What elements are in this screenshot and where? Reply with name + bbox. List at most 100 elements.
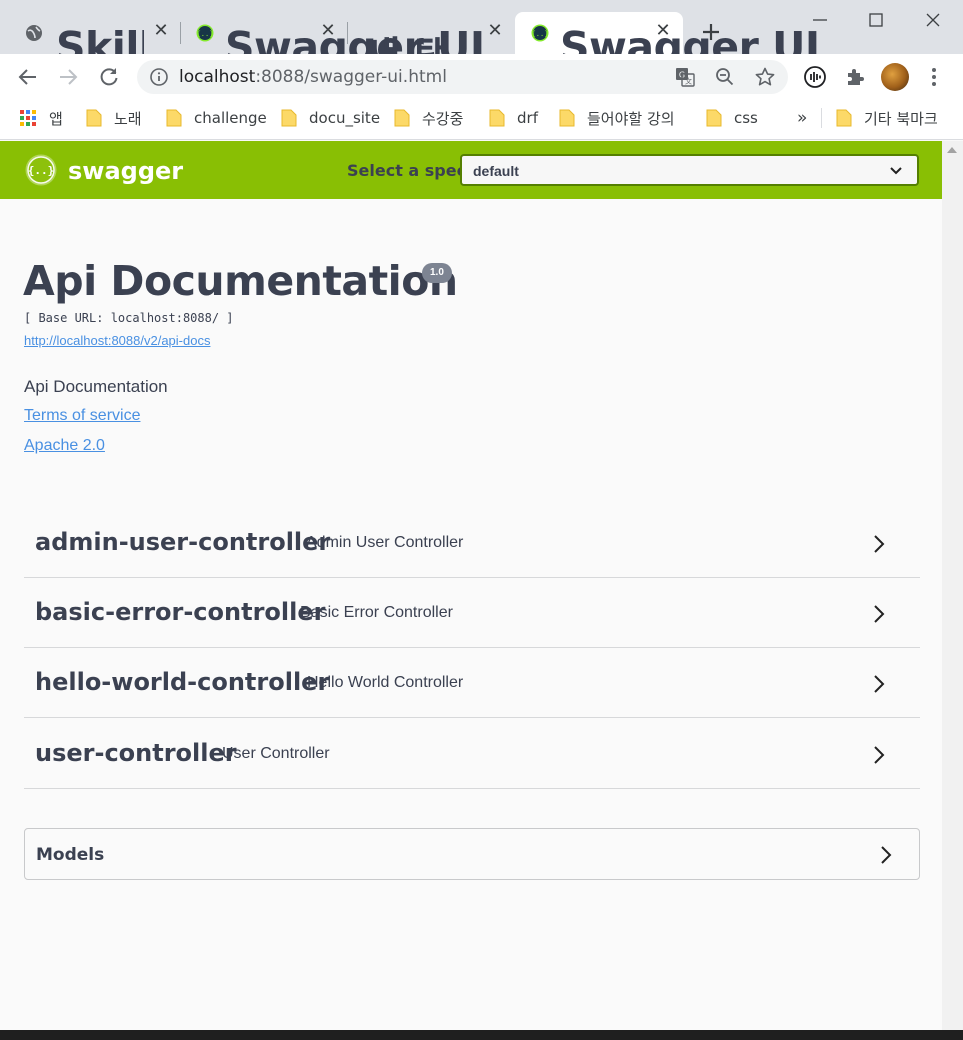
bookmark-folder[interactable]: docu_site (281, 107, 380, 129)
chevron-right-icon (874, 605, 885, 623)
close-icon[interactable]: ✕ (653, 21, 673, 41)
menu-kebab-icon[interactable] (922, 65, 946, 89)
os-taskbar (0, 1030, 963, 1040)
base-url: [ Base URL: localhost:8088/ ] (24, 311, 234, 325)
bookmark-label: docu_site (309, 109, 381, 127)
controller-section-hello-world[interactable]: hello-world-controller Hello World Contr… (24, 648, 920, 718)
close-icon[interactable]: ✕ (151, 21, 171, 41)
zoom-icon[interactable] (714, 66, 736, 88)
svg-text:文: 文 (685, 77, 692, 86)
svg-text:{..}: {..} (28, 164, 55, 177)
folder-icon (281, 109, 297, 127)
folder-icon (836, 109, 852, 127)
chevron-down-icon (890, 167, 902, 175)
new-tab-icon[interactable] (699, 20, 723, 44)
globe-icon (26, 25, 42, 41)
window-close-icon[interactable] (921, 8, 945, 32)
controller-description: Admin User Controller (306, 534, 464, 551)
bookmark-folder[interactable]: 수강중 (394, 107, 463, 129)
folder-icon (166, 109, 182, 127)
reload-icon[interactable] (97, 65, 121, 89)
spec-label: Select a spec (347, 161, 467, 180)
page-scrollbar[interactable] (942, 141, 963, 1030)
bookmark-label: 들어야할 강의 (587, 109, 675, 128)
folder-icon (489, 109, 505, 127)
chevron-double-icon: » (797, 108, 808, 128)
scroll-up-arrow-icon[interactable] (947, 147, 957, 153)
bookmarks-divider (821, 108, 822, 128)
swagger-topbar: {..} swagger Select a spec default (0, 141, 942, 199)
site-info-icon[interactable] (149, 67, 169, 87)
url-path: :8088/swagger-ui.html (255, 67, 447, 87)
controller-section-basic-error[interactable]: basic-error-controller Basic Error Contr… (24, 578, 920, 648)
tab-new-tab[interactable]: 새 탭 ✕ (348, 12, 514, 82)
bookmark-folder[interactable]: 들어야할 강의 (559, 107, 675, 129)
svg-text:{..}: {..} (197, 30, 214, 38)
avatar[interactable] (881, 63, 909, 91)
bookmarks-overflow-button[interactable]: » (797, 107, 807, 129)
controller-name: basic-error-controller (35, 598, 326, 626)
models-label: Models (36, 845, 105, 865)
license-link[interactable]: Apache 2.0 (24, 437, 105, 455)
page-title: Api Documentation (23, 257, 458, 305)
spec-select[interactable]: default (460, 154, 919, 186)
folder-icon (394, 109, 410, 127)
bookmark-label: 앱 (49, 109, 63, 128)
chevron-right-icon (874, 535, 885, 553)
address-bar[interactable]: localhost:8088/swagger-ui.html G文 (137, 60, 788, 94)
svg-text:{..}: {..} (532, 30, 549, 38)
bookmark-label: challenge (194, 109, 267, 127)
swagger-logo[interactable]: {..} (25, 154, 57, 186)
controller-name: admin-user-controller (35, 528, 331, 556)
close-icon[interactable]: ✕ (318, 21, 338, 41)
controller-description: Basic Error Controller (300, 604, 453, 621)
swagger-logo-icon: {..} (25, 154, 57, 186)
controller-name: user-controller (35, 739, 237, 767)
swagger-favicon: {..} (531, 24, 549, 42)
close-icon[interactable]: ✕ (485, 21, 505, 41)
tab-skill-note[interactable]: Skill Note (in ✕ (0, 12, 180, 71)
url-host: localhost (179, 67, 256, 87)
bookmark-label: 노래 (114, 109, 142, 128)
controller-section-user[interactable]: user-controller User Controller (24, 719, 920, 789)
folder-icon (559, 109, 575, 127)
bookmarks-bar: 앱 노래 challenge docu_site 수강중 drf 들어야할 강의… (0, 100, 963, 140)
chevron-right-icon (874, 746, 885, 764)
folder-icon (86, 109, 102, 127)
swagger-favicon: {..} (196, 24, 214, 42)
extensions-puzzle-icon[interactable] (843, 65, 867, 89)
bookmark-folder[interactable]: drf (489, 107, 538, 129)
other-bookmarks[interactable]: 기타 북마크 (836, 107, 938, 129)
bookmark-folder[interactable]: 노래 (86, 107, 142, 129)
back-arrow-icon[interactable] (16, 65, 40, 89)
tab-swagger-ui-active[interactable]: {..} Swagger UI ✕ (515, 12, 820, 71)
bookmark-apps[interactable]: 앱 (20, 107, 63, 129)
bookmark-label: 기타 북마크 (864, 109, 938, 128)
models-section[interactable]: Models (24, 828, 920, 880)
browser-toolbar: localhost:8088/swagger-ui.html G文 (0, 54, 963, 100)
bookmark-folder[interactable]: challenge (166, 107, 267, 129)
bookmark-star-icon[interactable] (754, 66, 776, 88)
chevron-right-icon (881, 846, 892, 864)
bookmark-folder[interactable]: css (706, 107, 758, 129)
minimize-icon[interactable] (808, 8, 832, 32)
bookmark-label: css (734, 109, 758, 127)
controller-description: User Controller (222, 745, 330, 762)
terms-of-service-link[interactable]: Terms of service (24, 407, 140, 425)
translate-icon[interactable]: G文 (674, 66, 696, 88)
tab-swagger-ui[interactable]: {..} Swagger UI ✕ (181, 12, 485, 71)
url-text: localhost:8088/swagger-ui.html (179, 67, 447, 87)
controller-name: hello-world-controller (35, 668, 330, 696)
controller-section-admin-user[interactable]: admin-user-controller Admin User Control… (24, 508, 920, 578)
folder-icon (706, 109, 722, 127)
extension-audio-icon[interactable] (803, 65, 827, 89)
forward-arrow-icon[interactable] (56, 65, 80, 89)
swagger-logo-text: swagger (68, 157, 184, 185)
spec-select-value: default (473, 163, 519, 179)
apps-grid-icon (20, 110, 36, 126)
api-docs-link[interactable]: http://localhost:8088/v2/api-docs (24, 333, 210, 348)
tab-strip: Skill Note (in ✕ {..} Swagger UI ✕ 새 탭 ✕… (0, 0, 963, 82)
controller-description: Hello World Controller (307, 674, 464, 691)
maximize-icon[interactable] (864, 8, 888, 32)
bookmark-label: 수강중 (422, 109, 464, 128)
